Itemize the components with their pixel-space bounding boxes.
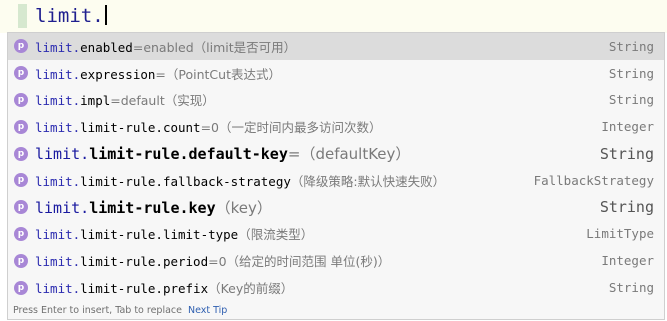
property-icon: p [14,92,28,107]
completion-item-type: String [608,38,654,54]
completion-item-limit-rule-limit-type[interactable]: p limit.limit-rule.limit-type（限流类型） Limi… [8,221,664,248]
completion-item-label: limit.limit-rule.limit-type（限流类型） [35,227,314,243]
completion-item-label: limit.expression=（PointCut表达式） [35,66,281,82]
completion-item-limit-rule-count[interactable]: p limit.limit-rule.count=0（一定时间内最多访问次数） … [8,113,664,140]
gutter-change-marker [18,4,27,28]
next-tip-link[interactable]: Next Tip [188,305,227,316]
completion-item-impl[interactable]: p limit.impl=default（实现） String [8,87,664,114]
code-text: limit. [35,5,104,27]
completion-item-limit-rule-default-key[interactable]: p limit.limit-rule.default-key=（defaultK… [8,140,664,167]
completion-item-label: limit.limit-rule.count=0（一定时间内最多访问次数） [35,120,382,136]
footer-hint: Press Enter to insert, Tab to replace [13,304,182,316]
property-icon: p [14,39,28,54]
completion-item-label: limit.limit-rule.key（key） [35,198,272,217]
completion-item-limit-rule-prefix[interactable]: p limit.limit-rule.prefix（Key的前缀） String [8,274,664,301]
completion-item-type: String [608,65,654,81]
completion-item-limit-rule-period[interactable]: p limit.limit-rule.period=0（给定的时间范围 单位(秒… [8,247,664,274]
completion-item-type: Integer [601,253,654,269]
text-caret [104,5,107,25]
property-icon: p [14,280,28,295]
property-icon: p [14,146,28,161]
completion-item-label: limit.limit-rule.prefix（Key的前缀） [35,281,294,297]
popup-footer: Press Enter to insert, Tab to replace Ne… [8,301,664,319]
completion-item-type: String [599,198,654,217]
completion-item-label: limit.limit-rule.fallback-strategy（降级策略:… [35,173,446,189]
completion-item-type: LimitType [586,226,654,242]
completion-popup[interactable]: p limit.enabled=enabled（limit是否可用） Strin… [7,32,665,320]
completion-item-type: String [608,92,654,108]
completion-item-label: limit.enabled=enabled（limit是否可用） [35,39,297,55]
completion-item-limit-rule-fallback-strategy[interactable]: p limit.limit-rule.fallback-strategy（降级策… [8,167,664,194]
completion-item-type: String [599,144,654,163]
completion-item-type: Integer [601,119,654,135]
completion-item-label: limit.limit-rule.default-key=（defaultKey… [35,145,411,164]
property-icon: p [14,226,28,241]
completion-item-label: limit.impl=default（实现） [35,93,215,109]
property-icon: p [14,253,28,268]
completion-item-type: FallbackStrategy [533,172,654,188]
editor-current-line[interactable]: limit. [0,0,667,33]
completion-item-label: limit.limit-rule.period=0（给定的时间范围 单位(秒)） [35,254,391,270]
completion-item-expression[interactable]: p limit.expression=（PointCut表达式） String [8,60,664,87]
completion-item-limit-rule-key[interactable]: p limit.limit-rule.key（key） String [8,194,664,221]
property-icon: p [14,119,28,134]
completion-item-type: String [608,280,654,296]
property-icon: p [14,66,28,81]
completion-item-enabled[interactable]: p limit.enabled=enabled（limit是否可用） Strin… [8,33,664,60]
property-icon: p [14,173,28,188]
editor-code[interactable]: limit. [35,5,107,27]
property-icon: p [14,200,28,215]
